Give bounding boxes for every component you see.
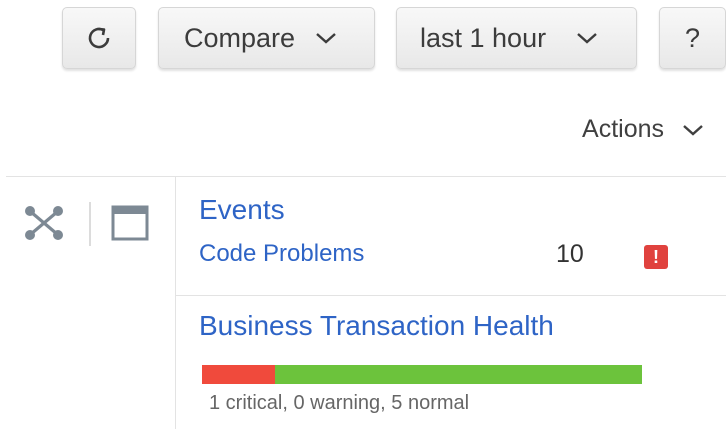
- critical-badge-symbol: !: [653, 246, 659, 267]
- window-button[interactable]: [108, 200, 152, 246]
- time-range-dropdown[interactable]: last 1 hour: [396, 7, 637, 69]
- events-divider: [175, 295, 726, 296]
- tool-separator: [89, 202, 91, 246]
- window-icon: [111, 205, 149, 241]
- business-transaction-health-link[interactable]: Business Transaction Health: [199, 310, 554, 342]
- compare-dropdown[interactable]: Compare: [158, 7, 375, 69]
- expand-arrows-icon: [25, 206, 63, 240]
- refresh-icon: [88, 27, 110, 49]
- chevron-down-icon: [577, 33, 597, 44]
- time-range-label: last 1 hour: [420, 22, 547, 53]
- panel-left-divider: [175, 176, 176, 429]
- compare-label: Compare: [184, 22, 296, 53]
- expand-button[interactable]: [18, 200, 70, 246]
- actions-label: Actions: [582, 115, 664, 143]
- help-label: ?: [684, 22, 701, 53]
- code-problems-count: 10: [556, 240, 584, 268]
- chevron-down-icon: [316, 33, 336, 44]
- actions-menu[interactable]: Actions: [582, 115, 704, 144]
- help-button[interactable]: ?: [659, 7, 726, 69]
- code-problems-link[interactable]: Code Problems: [199, 240, 364, 268]
- panel-top-divider: [6, 176, 726, 177]
- normal-segment: [275, 365, 642, 384]
- chevron-down-icon: [683, 124, 703, 136]
- refresh-button[interactable]: [62, 7, 136, 69]
- health-summary-text: 1 critical, 0 warning, 5 normal: [209, 392, 470, 414]
- dashboard-page: Compare last 1 hour ? Actions Events Cod…: [0, 0, 726, 429]
- critical-segment: [202, 365, 276, 384]
- events-title-link[interactable]: Events: [199, 194, 285, 226]
- critical-status-badge: !: [644, 245, 668, 269]
- health-status-bar[interactable]: [202, 365, 642, 384]
